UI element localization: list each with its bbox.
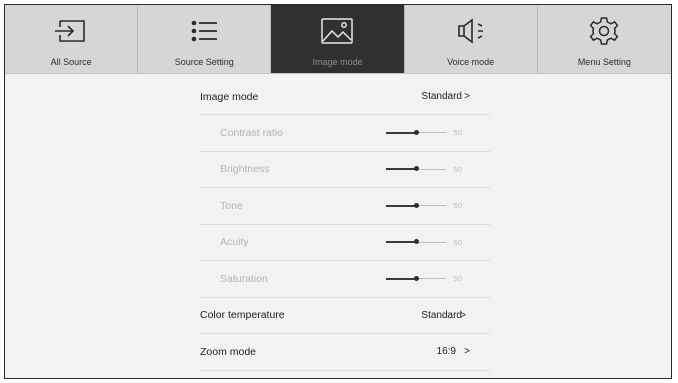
tab-label: Source Setting: [174, 57, 234, 67]
slider-knob[interactable]: [413, 129, 419, 135]
zoom-mode-row[interactable]: Zoom mode 16:9 >: [200, 334, 490, 371]
brightness-label: Brightness: [220, 163, 270, 176]
brightness-slider[interactable]: [386, 166, 446, 171]
tone-slider[interactable]: [386, 202, 446, 208]
color-temperature-value: Standard: [421, 309, 462, 321]
acuity-slider[interactable]: [386, 239, 446, 244]
contrast-ratio-value: 50: [453, 128, 462, 138]
color-temperature-label: Color temperature: [200, 309, 285, 322]
list-icon: [184, 15, 224, 47]
saturation-slider[interactable]: [386, 275, 446, 281]
tab-all-source[interactable]: All Source: [5, 5, 139, 73]
contrast-ratio-slider[interactable]: [386, 129, 446, 135]
brightness-value: 50: [453, 164, 462, 174]
image-mode-row[interactable]: Image mode Standard >: [200, 79, 490, 115]
slider-knob[interactable]: [413, 166, 419, 171]
image-mode-value: Standard: [421, 91, 462, 102]
acuity-value: 50: [453, 237, 462, 247]
image-icon: [317, 15, 357, 47]
tab-menu-setting[interactable]: Menu Setting: [537, 5, 671, 73]
tab-source-setting[interactable]: Source Setting: [138, 5, 272, 73]
zoom-mode-label: Zoom mode: [200, 345, 257, 358]
gear-icon: [584, 15, 624, 47]
chevron-right-icon: >: [460, 309, 466, 321]
acuity-label: Acuity: [220, 236, 249, 249]
input-source-icon: [51, 15, 91, 47]
slider-knob[interactable]: [413, 275, 419, 281]
chevron-right-icon: >: [464, 91, 470, 102]
speaker-icon: [451, 15, 491, 47]
contrast-ratio-row[interactable]: Contrast ratio 50: [200, 115, 490, 152]
tab-image-mode[interactable]: Image mode: [271, 5, 405, 73]
saturation-label: Saturation: [220, 272, 268, 285]
zoom-mode-value: 16:9: [436, 346, 456, 358]
chevron-right-icon: >: [464, 346, 470, 358]
settings-window: All Source Source Setting Image mode Voi…: [4, 4, 672, 379]
tone-label: Tone: [220, 199, 243, 212]
tone-row[interactable]: Tone 50: [200, 188, 490, 225]
tab-label: Voice mode: [447, 57, 495, 67]
tab-label: All Source: [50, 57, 92, 67]
tab-voice-mode[interactable]: Voice mode: [404, 5, 538, 73]
image-settings-panel: Image mode Standard > Contrast ratio 50 …: [200, 79, 490, 371]
tab-label: Image mode: [312, 57, 363, 67]
saturation-row[interactable]: Saturation 50: [200, 261, 490, 298]
acuity-row[interactable]: Acuity 50: [200, 225, 490, 261]
slider-knob[interactable]: [413, 202, 419, 208]
image-mode-label: Image mode: [200, 90, 259, 103]
brightness-row[interactable]: Brightness 50: [200, 152, 490, 188]
contrast-ratio-label: Contrast ratio: [220, 126, 284, 139]
tab-label: Menu Setting: [577, 57, 631, 67]
slider-knob[interactable]: [413, 239, 419, 244]
color-temperature-row[interactable]: Color temperature Standard >: [200, 298, 490, 334]
tone-value: 50: [453, 201, 462, 211]
tab-bar: All Source Source Setting Image mode Voi…: [5, 5, 671, 74]
saturation-value: 50: [453, 274, 462, 284]
